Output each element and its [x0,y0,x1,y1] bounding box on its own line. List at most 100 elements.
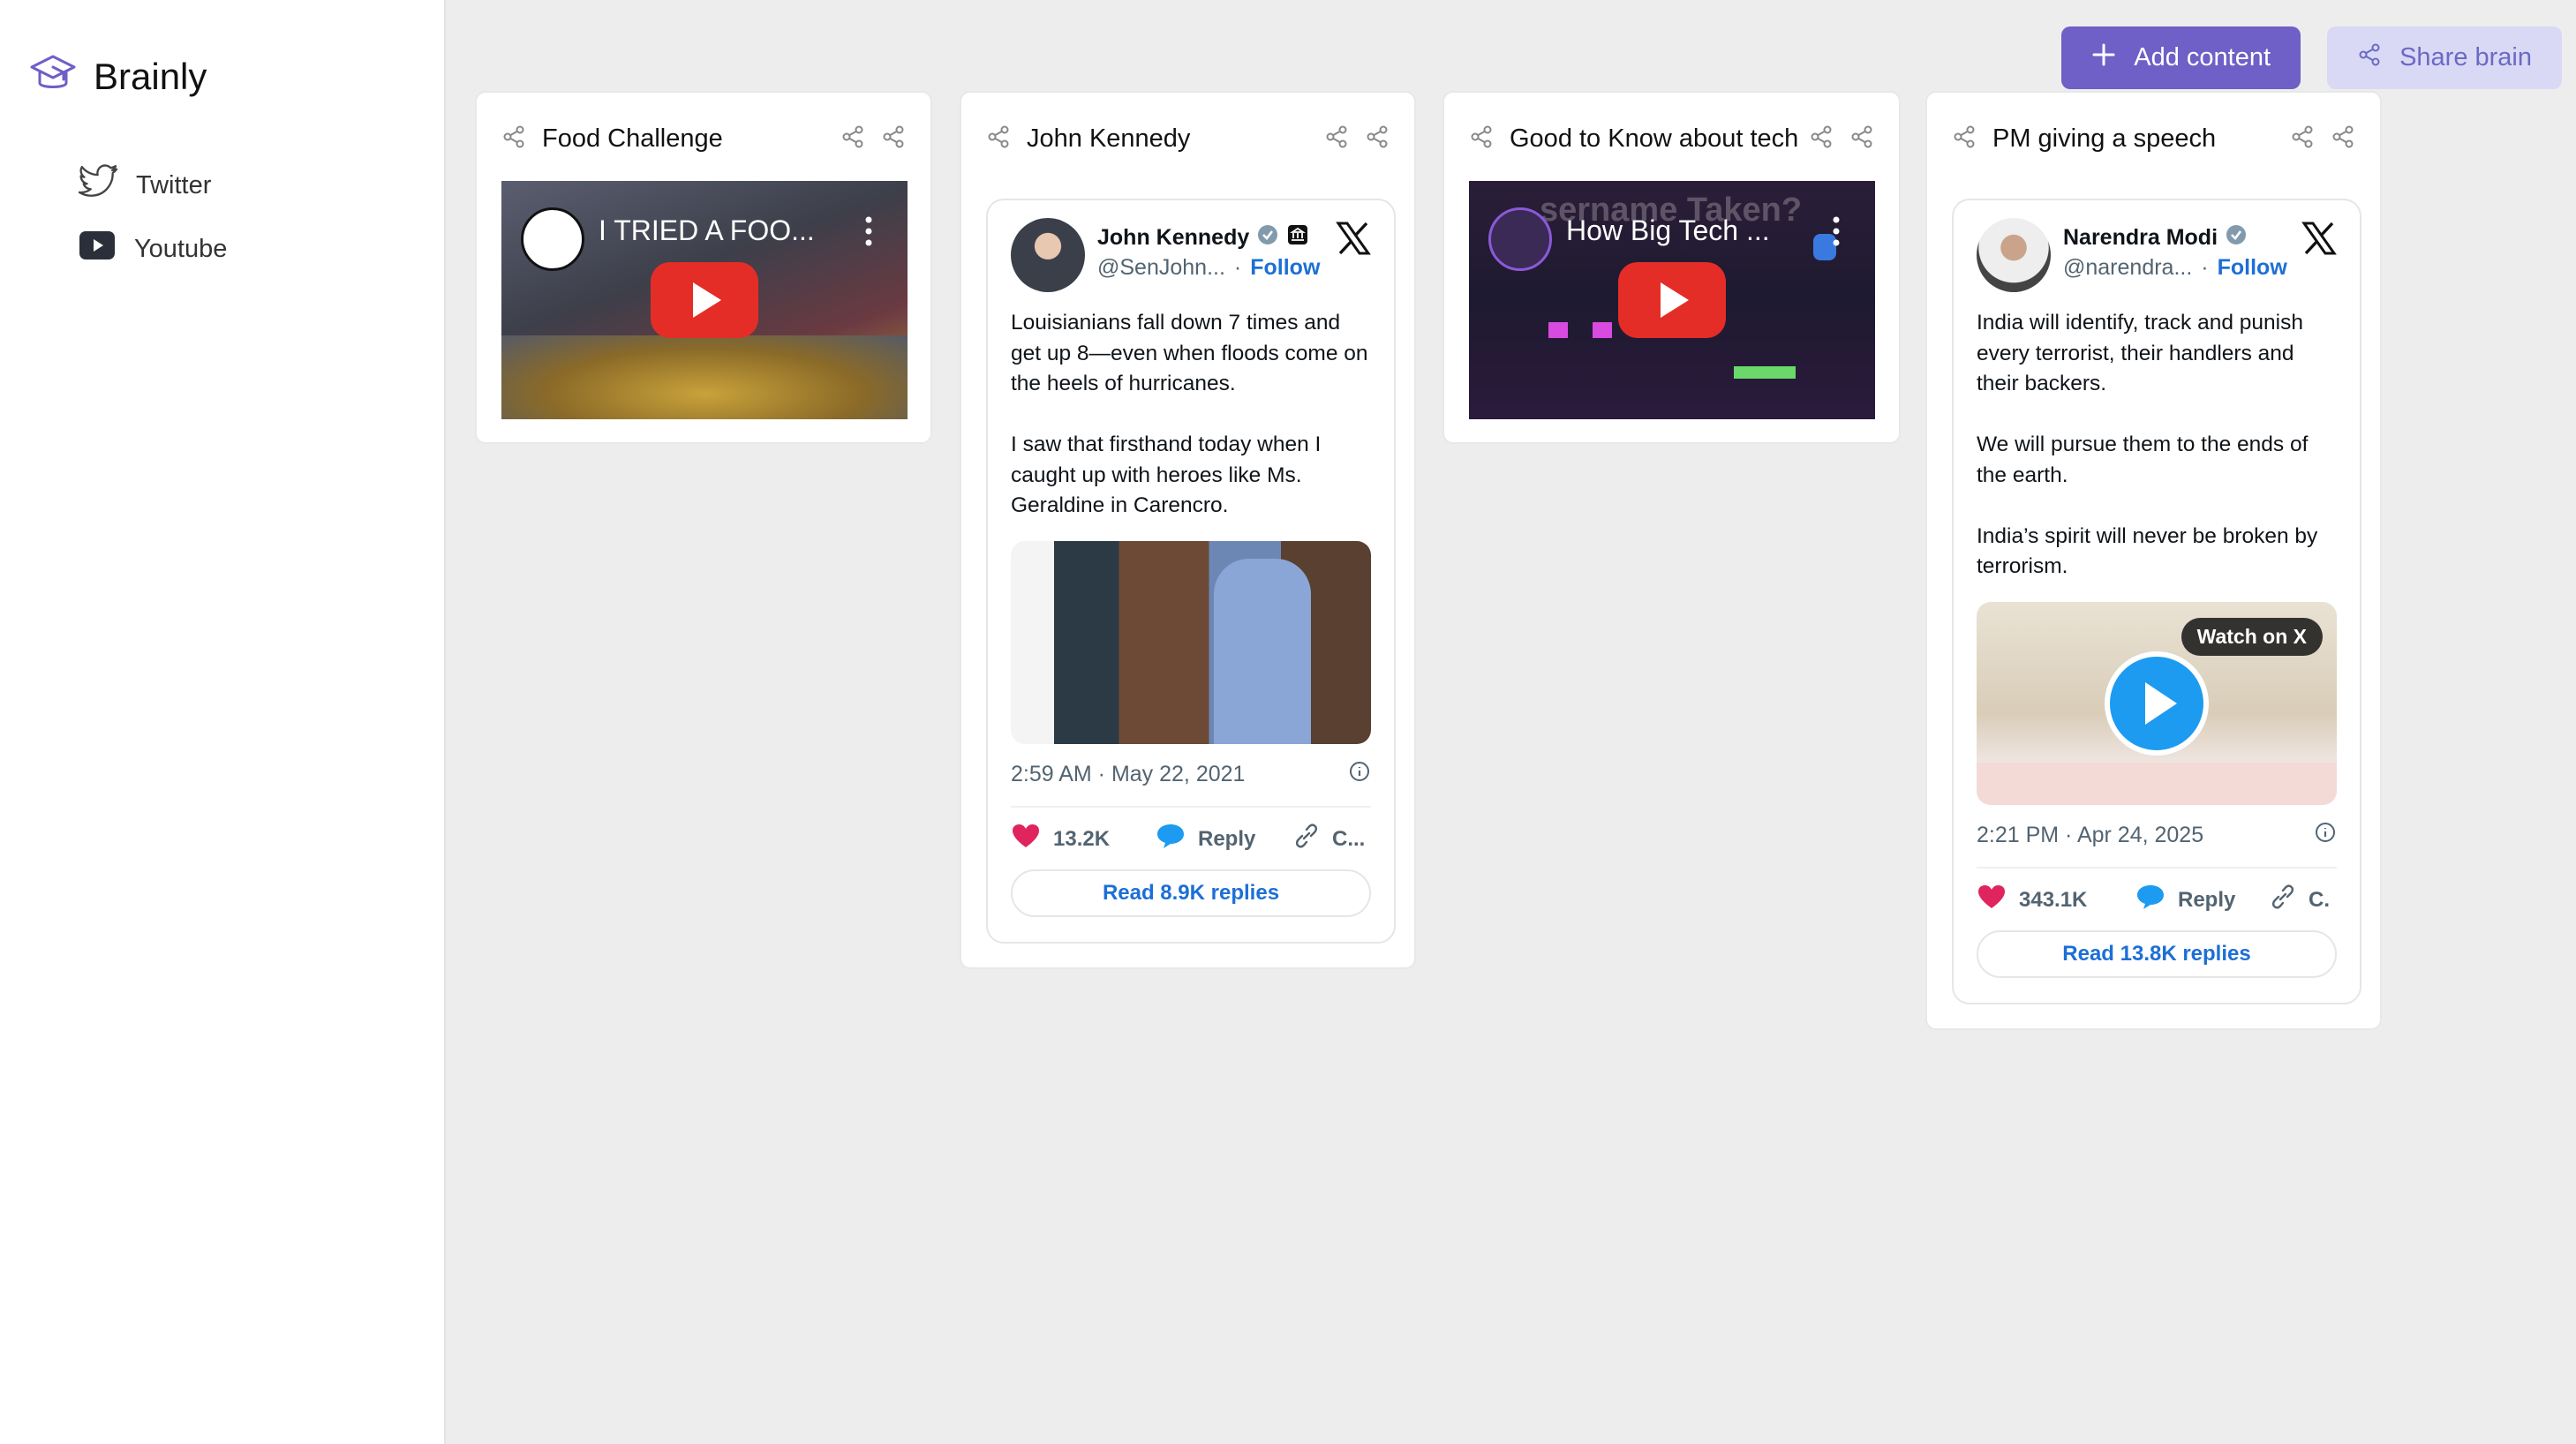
like-button[interactable]: 343.1K [1977,884,2135,916]
card-title: Good to Know about tech [1510,124,1799,153]
tweet-timestamp[interactable]: 2:21 PM · Apr 24, 2025 [1977,823,2203,848]
separator-dot: · [1233,255,1242,280]
link-icon [1293,823,1320,855]
sidebar-item-label: Youtube [134,234,228,263]
like-count: 13.2K [1053,826,1111,851]
photo-subject [1214,558,1311,744]
tweet-timestamp-row: 2:59 AM · May 22, 2021 [1011,760,1371,790]
add-content-button[interactable]: Add content [2061,26,2301,89]
more-options-icon[interactable] [865,216,872,246]
verified-badge-icon [1256,223,1279,252]
info-icon[interactable] [1348,760,1371,789]
tweet-photo[interactable] [1011,540,1371,744]
copy-label: C. [2309,887,2330,912]
sidebar-item-label: Twitter [136,170,212,199]
video-thumbnail [501,335,908,419]
diagram-node [1734,366,1796,379]
share-icon[interactable] [1469,124,1494,154]
play-button[interactable] [1618,262,1726,338]
tweet-actions: 13.2K Reply C... [1011,816,1371,862]
youtube-icon [78,229,117,268]
tweet-embed[interactable]: Narendra Modi @narendra... · Follow Indi… [1952,199,2361,1004]
tweet-video[interactable]: Watch on X [1977,601,2337,805]
tweet-handle-row: @narendra... · Follow [2063,255,2287,281]
reply-button[interactable]: Reply [2135,884,2270,916]
share-icon[interactable] [1324,124,1349,154]
play-button[interactable] [2105,651,2209,756]
copy-link-button[interactable]: C. [2270,884,2330,916]
share-icon[interactable] [501,124,526,154]
tweet-handle-row: @SenJohn... · Follow [1097,255,1320,281]
youtube-embed[interactable]: sername Taken? How Big Tech ... [1469,181,1875,419]
tweet-author-name[interactable]: John Kennedy [1097,223,1309,252]
diagram-node [1548,322,1568,338]
tweet-actions: 343.1K Reply C. [1977,877,2337,923]
share-brain-button[interactable]: Share brain [2327,26,2562,89]
reply-button[interactable]: Reply [1156,823,1293,855]
diagram-node [1593,322,1612,338]
link-icon [2270,884,2296,916]
more-options-icon[interactable] [1833,216,1840,246]
watch-on-x-badge[interactable]: Watch on X [2181,617,2323,656]
sidebar-item-twitter[interactable]: Twitter [78,164,211,207]
podium [1977,762,2337,805]
author-name-text: John Kennedy [1097,225,1250,250]
follow-link[interactable]: Follow [1250,255,1320,281]
card-title: John Kennedy [1027,124,1191,153]
sidebar-item-youtube[interactable]: Youtube [78,229,227,268]
divider [1977,866,2337,869]
channel-avatar [521,207,584,271]
reply-label: Reply [2178,887,2236,912]
add-content-label: Add content [2134,43,2271,71]
share-icon[interactable] [2331,124,2355,154]
tweet-timestamp[interactable]: 2:59 AM · May 22, 2021 [1011,762,1245,787]
brand[interactable]: Brainly [28,51,207,102]
avatar[interactable] [1977,218,2051,292]
comment-bubble-icon [1156,823,1186,855]
tweet-author-name[interactable]: Narendra Modi [2063,223,2248,252]
share-icon[interactable] [986,124,1011,154]
author-name-text: Narendra Modi [2063,225,2218,250]
read-replies-button[interactable]: Read 13.8K replies [1977,929,2337,978]
share-brain-label: Share brain [2399,43,2532,71]
video-title: I TRIED A FOO... [599,214,815,246]
share-icon[interactable] [1809,124,1834,154]
twitter-icon [78,164,118,207]
like-button[interactable]: 13.2K [1011,823,1156,855]
graduation-cap-icon [28,51,78,102]
share-icon[interactable] [2290,124,2315,154]
play-button[interactable] [651,262,758,338]
tweet-handle: @narendra... [2063,255,2193,280]
separator-dot: · [2201,255,2209,280]
card-header: PM giving a speech [1952,121,2355,156]
card-header: John Kennedy [986,121,1390,156]
tweet-embed[interactable]: John Kennedy @SenJohn... · Follow Louisi… [986,199,1396,944]
youtube-embed[interactable]: I TRIED A FOO... [501,181,908,419]
tweet-text: Louisianians fall down 7 times and get u… [1011,311,1368,517]
info-icon[interactable] [2314,821,2337,850]
sidebar: Brainly Twitter Youtube [0,0,446,1444]
share-icon[interactable] [1365,124,1390,154]
copy-link-button[interactable]: C... [1293,823,1365,855]
x-logo-icon[interactable] [1336,222,1371,259]
comment-bubble-icon [2135,884,2165,916]
read-replies-button[interactable]: Read 8.9K replies [1011,869,1371,917]
share-icon [2357,42,2382,74]
tweet-handle: @SenJohn... [1097,255,1225,280]
content-card: Food Challenge I TRIED A FOO... [475,91,932,444]
copy-label: C... [1332,826,1366,851]
brand-name: Brainly [94,55,207,97]
video-title: How Big Tech ... [1566,214,1770,246]
government-badge-icon [1286,223,1309,252]
heart-icon [1977,884,2007,916]
like-count: 343.1K [2019,887,2088,912]
share-icon[interactable] [881,124,906,154]
share-icon[interactable] [1849,124,1874,154]
card-header: Good to Know about tech [1469,121,1874,156]
share-icon[interactable] [840,124,865,154]
avatar[interactable] [1011,218,1085,292]
share-icon[interactable] [1952,124,1977,154]
x-logo-icon[interactable] [2301,222,2337,259]
content-card: PM giving a speech Narendra Modi @narend… [1925,91,2382,1030]
follow-link[interactable]: Follow [2218,255,2287,281]
